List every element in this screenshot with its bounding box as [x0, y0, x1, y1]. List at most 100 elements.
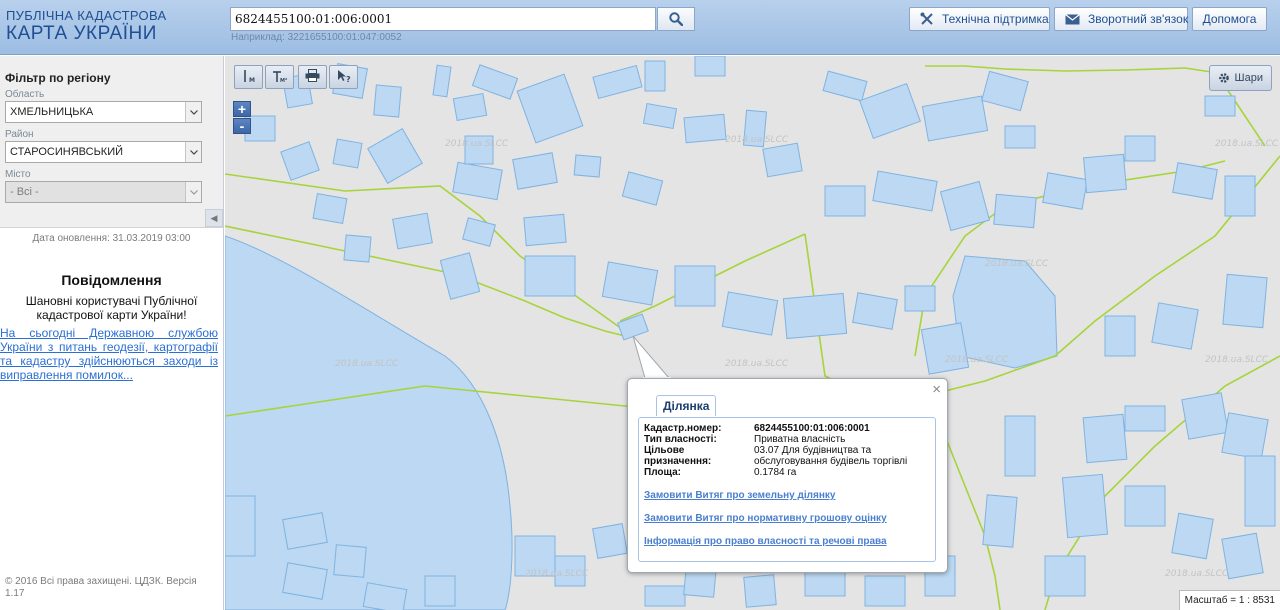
parcel[interactable] — [592, 523, 628, 559]
zoom-out-button[interactable]: - — [233, 118, 251, 134]
parcel[interactable] — [1222, 273, 1268, 329]
parcel[interactable] — [332, 138, 363, 169]
parcel[interactable] — [683, 113, 727, 144]
collapse-sidebar-button[interactable]: ◀ — [205, 209, 223, 227]
layers-button[interactable]: Шари — [1208, 65, 1272, 91]
parcel[interactable] — [373, 84, 402, 118]
field-key: Кадастр.номер: — [644, 423, 722, 434]
parcel[interactable] — [642, 102, 678, 130]
district-select[interactable]: СТАРОСИНЯВСЬКИЙ — [5, 141, 202, 163]
map-watermark: 2018.ua.SLCC — [985, 259, 1049, 269]
field-value: 6824455100:01:006:0001 — [754, 423, 870, 434]
parcel[interactable] — [282, 562, 328, 600]
parcel[interactable] — [392, 212, 433, 250]
parcel[interactable] — [523, 213, 567, 247]
info-cursor-button[interactable]: ? — [329, 65, 358, 89]
parcel[interactable] — [694, 56, 726, 77]
help-button[interactable]: Допомога — [1192, 7, 1267, 31]
parcel[interactable] — [1204, 95, 1236, 117]
parcel[interactable] — [1124, 485, 1166, 527]
parcel[interactable] — [424, 575, 456, 607]
parcel[interactable] — [282, 512, 328, 550]
parcel[interactable] — [452, 92, 488, 122]
parcel[interactable] — [1224, 175, 1256, 217]
parcel[interactable] — [859, 83, 921, 139]
parcel[interactable] — [1004, 125, 1036, 149]
parcel[interactable] — [822, 70, 868, 102]
svg-text:?: ? — [346, 75, 351, 83]
close-icon[interactable]: × — [932, 381, 941, 398]
parcel[interactable] — [1082, 413, 1128, 464]
parcel[interactable] — [312, 193, 348, 224]
parcel[interactable] — [1042, 172, 1088, 210]
parcel[interactable] — [921, 95, 989, 142]
parcel[interactable] — [516, 73, 584, 144]
parcel[interactable] — [280, 141, 320, 181]
map-watermark: 2018.ua.SLCC — [945, 355, 1009, 365]
order-land-extract-link[interactable]: Замовити Витяг про земельну ділянку — [644, 490, 930, 501]
ownership-info-link[interactable]: Інформація про право власності та речові… — [644, 536, 930, 547]
parcel[interactable] — [432, 64, 452, 98]
search-button[interactable] — [657, 7, 695, 31]
parcel[interactable] — [782, 292, 848, 340]
tab-parcel[interactable]: Ділянка — [656, 395, 717, 416]
parcel[interactable] — [644, 585, 686, 607]
print-button[interactable] — [298, 65, 327, 89]
field-purpose: Цільове призначення: 03.07 Для будівницт… — [644, 445, 930, 467]
parcel[interactable] — [1104, 315, 1136, 357]
logo[interactable]: ПУБЛІЧНА КАДАСТРОВА КАРТА УКРАЇНИ — [6, 9, 166, 43]
parcel[interactable] — [1124, 135, 1156, 162]
parcel[interactable] — [1124, 405, 1166, 432]
field-value: Приватна власність — [754, 434, 846, 445]
parcel[interactable] — [743, 574, 777, 608]
parcel[interactable] — [852, 292, 898, 330]
parcel[interactable] — [1044, 555, 1086, 597]
parcel[interactable] — [621, 171, 664, 206]
area-ruler-button[interactable]: M² — [265, 65, 294, 89]
parcel[interactable] — [644, 60, 666, 92]
parcel[interactable] — [981, 70, 1029, 112]
parcel[interactable] — [904, 285, 936, 312]
parcel[interactable] — [1172, 162, 1218, 200]
zoom-in-button[interactable]: + — [233, 101, 251, 117]
parcel[interactable] — [343, 234, 372, 263]
map[interactable]: 2018.ua.SLCC 2018.ua.SLCC 2018.ua.SLCC 2018… — [225, 56, 1280, 610]
parcel[interactable] — [452, 161, 503, 201]
ruler-button[interactable]: M — [234, 65, 263, 89]
parcel[interactable] — [1244, 455, 1276, 527]
search-input[interactable] — [230, 7, 656, 31]
order-valuation-extract-link[interactable]: Замовити Витяг про нормативну грошову оц… — [644, 513, 930, 524]
parcel[interactable] — [1061, 473, 1109, 539]
notice-link[interactable]: На сьогодні Державною службою України з … — [0, 326, 218, 382]
parcel[interactable] — [864, 575, 906, 607]
parcel[interactable] — [225, 495, 256, 557]
parcel[interactable] — [462, 217, 496, 247]
parcel[interactable] — [920, 322, 970, 375]
parcel[interactable] — [1181, 392, 1229, 440]
parcel[interactable] — [439, 252, 481, 300]
parcel[interactable] — [1004, 415, 1036, 477]
parcel[interactable] — [366, 127, 424, 185]
parcel[interactable] — [1221, 412, 1269, 460]
parcel[interactable] — [762, 142, 803, 178]
parcel[interactable] — [982, 494, 1018, 548]
region-select[interactable]: ХМЕЛЬНИЦЬКА — [5, 101, 202, 123]
parcel[interactable] — [674, 265, 716, 307]
parcel[interactable] — [333, 544, 367, 578]
feedback-label: Зворотний зв'язок — [1088, 12, 1189, 26]
parcel[interactable] — [573, 154, 602, 178]
parcel[interactable] — [1083, 153, 1127, 194]
parcel[interactable] — [524, 255, 576, 297]
parcel[interactable] — [1151, 302, 1199, 350]
parcel[interactable] — [824, 185, 866, 217]
parcel[interactable] — [993, 193, 1037, 229]
city-select[interactable]: - Всі - — [5, 181, 202, 203]
parcel[interactable] — [512, 152, 558, 190]
parcel[interactable] — [592, 64, 643, 100]
parcel[interactable] — [872, 170, 938, 212]
support-button[interactable]: Технічна підтримка — [909, 7, 1050, 31]
parcel[interactable] — [721, 291, 779, 336]
feedback-button[interactable]: Зворотний зв'язок — [1054, 7, 1188, 31]
parcel[interactable] — [601, 261, 659, 306]
parcel[interactable] — [1171, 512, 1214, 560]
